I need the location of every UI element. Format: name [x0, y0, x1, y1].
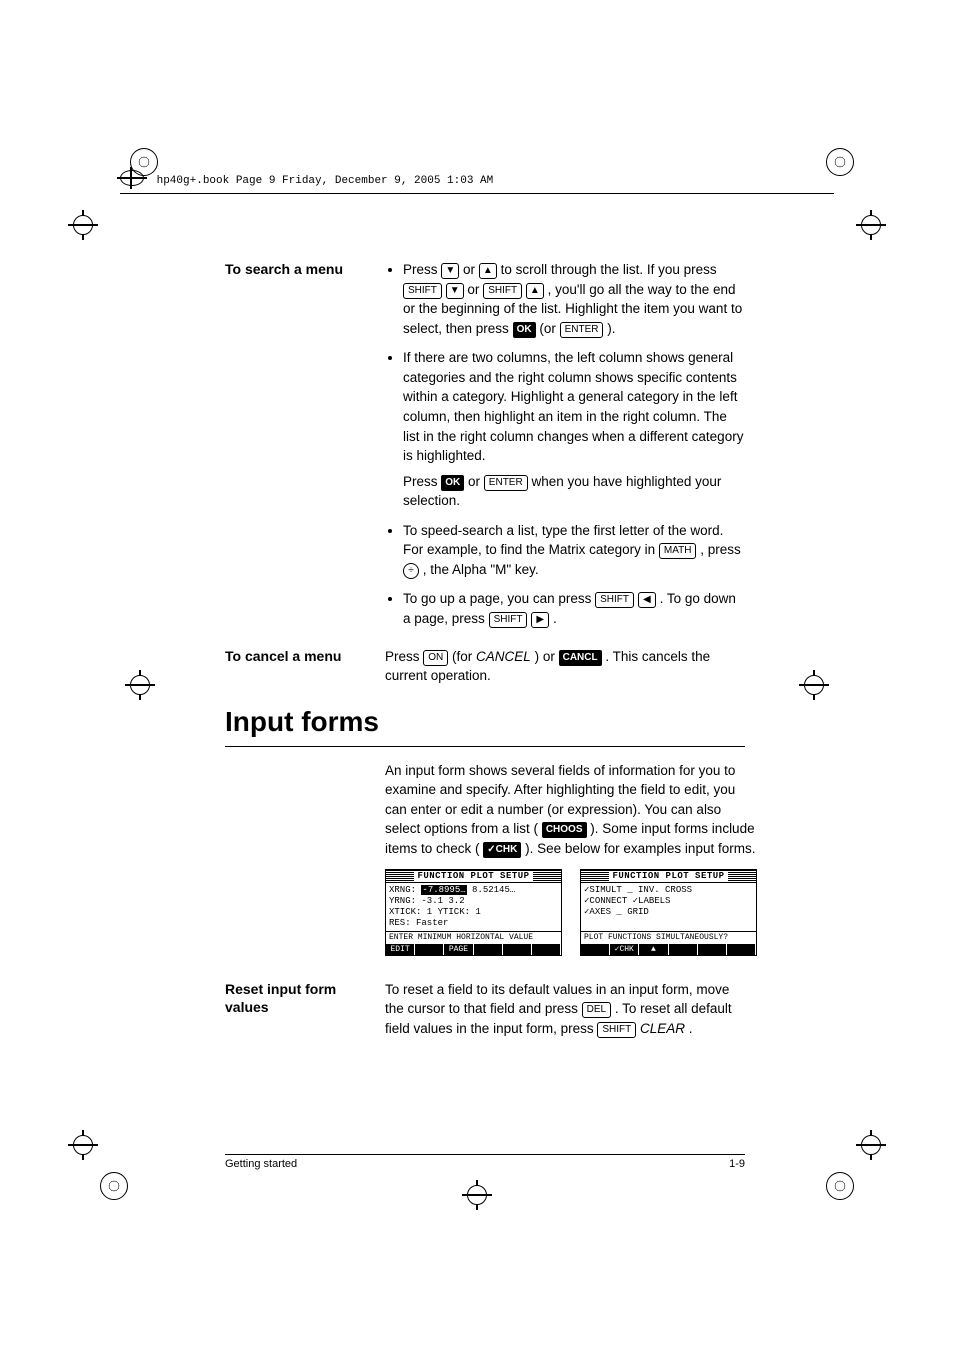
chk-softkey-icon: ✓CHK	[483, 842, 521, 858]
up-arrow-key-icon: ▲	[479, 263, 497, 279]
print-registration-icon	[826, 1172, 854, 1200]
cancel-menu-text: Press ON (for CANCEL ) or CANCL . This c…	[385, 647, 745, 686]
list-item: To speed-search a list, type the first l…	[403, 521, 745, 580]
input-forms-paragraph: An input form shows several fields of in…	[385, 761, 757, 972]
crosshair-icon	[68, 210, 98, 240]
list-item: To go up a page, you can press SHIFT ◀ .…	[403, 589, 745, 628]
page-footer: Getting started 1-9	[225, 1154, 745, 1170]
shift-key-icon: SHIFT	[483, 283, 522, 299]
ok-softkey-icon: OK	[441, 475, 464, 491]
crosshair-icon	[68, 1130, 98, 1160]
divide-key-icon: ÷	[403, 563, 419, 579]
side-heading-cancel: To cancel a menu	[225, 647, 385, 686]
calculator-screen-plot-setup-page1: FUNCTION PLOT SETUP XRNG: -7.8995… 8.521…	[385, 869, 562, 956]
print-registration-icon	[100, 1172, 128, 1200]
ok-softkey-icon: OK	[513, 322, 536, 338]
shift-key-icon: SHIFT	[595, 592, 634, 608]
footer-section: Getting started	[225, 1158, 297, 1170]
search-menu-list: Press ▼ or ▲ to scroll through the list.…	[385, 260, 745, 629]
down-arrow-key-icon: ▼	[446, 283, 464, 299]
crosshair-icon	[125, 670, 155, 700]
crosshair-icon	[799, 670, 829, 700]
cancl-softkey-icon: CANCL	[559, 650, 602, 666]
crosshair-icon	[856, 210, 886, 240]
right-arrow-key-icon: ▶	[531, 612, 549, 628]
enter-key-icon: ENTER	[560, 322, 604, 338]
shift-key-icon: SHIFT	[403, 283, 442, 299]
footer-page-number: 1-9	[729, 1158, 745, 1170]
crosshair-icon	[462, 1180, 492, 1210]
section-heading-input-forms: Input forms	[225, 706, 745, 738]
shift-key-icon: SHIFT	[489, 612, 528, 628]
enter-key-icon: ENTER	[484, 475, 528, 491]
crosshair-icon	[856, 1130, 886, 1160]
choos-softkey-icon: CHOOS	[542, 822, 587, 838]
side-heading-reset: Reset input form values	[225, 980, 385, 1039]
list-item: Press ▼ or ▲ to scroll through the list.…	[403, 260, 745, 338]
page-header: hp40g+.book Page 9 Friday, December 9, 2…	[120, 170, 834, 194]
del-key-icon: DEL	[582, 1002, 611, 1018]
shift-key-icon: SHIFT	[597, 1022, 636, 1038]
list-item: If there are two columns, the left colum…	[403, 348, 745, 511]
math-key-icon: MATH	[659, 543, 697, 559]
reset-paragraph: To reset a field to its default values i…	[385, 980, 745, 1039]
left-arrow-key-icon: ◀	[638, 592, 656, 608]
down-arrow-key-icon: ▼	[441, 263, 459, 279]
on-key-icon: ON	[423, 650, 448, 666]
header-text: hp40g+.book Page 9 Friday, December 9, 2…	[157, 175, 494, 187]
divider	[225, 746, 745, 747]
calculator-screen-plot-setup-page2: FUNCTION PLOT SETUP ✓SIMULT _ INV. CROSS…	[580, 869, 757, 956]
side-heading-search: To search a menu	[225, 260, 385, 639]
up-arrow-key-icon: ▲	[526, 283, 544, 299]
